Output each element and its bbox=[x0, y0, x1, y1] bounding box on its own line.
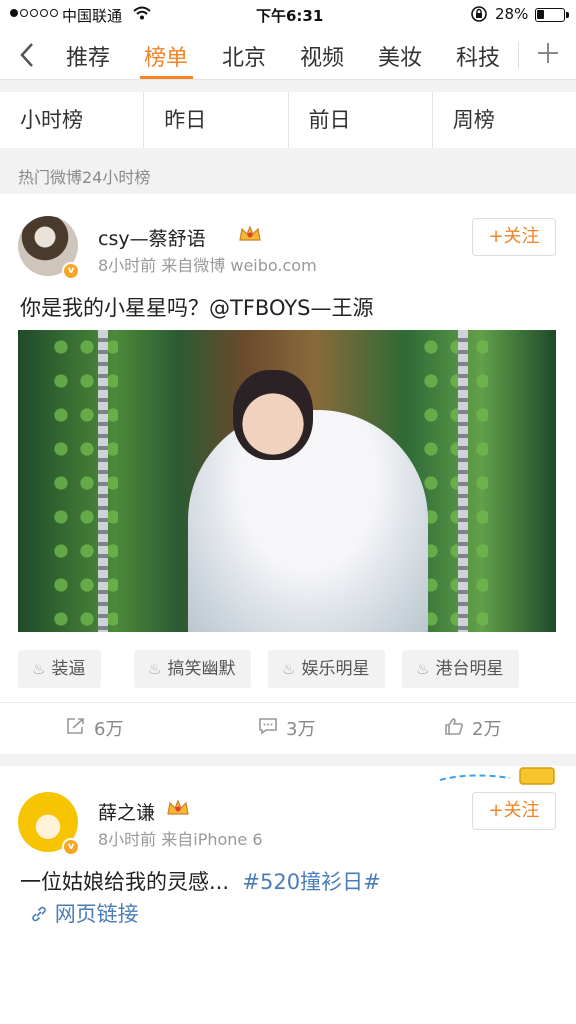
web-link[interactable]: 网页链接 bbox=[30, 898, 139, 928]
flame-icon: ♨ bbox=[416, 660, 430, 678]
tab-tech[interactable]: 科技 bbox=[456, 40, 500, 72]
flame-icon: ♨ bbox=[282, 660, 296, 678]
username[interactable]: 薛之谦 bbox=[98, 798, 155, 825]
crown-icon bbox=[238, 224, 262, 249]
post-text-body: 一位姑娘给我的灵感... bbox=[20, 870, 230, 894]
clock: 下午6:31 bbox=[256, 7, 324, 25]
tag-chip[interactable]: ♨ 装逼 bbox=[18, 650, 102, 688]
battery-icon bbox=[535, 8, 569, 22]
post-actions: 6万 3万 2万 bbox=[0, 702, 576, 754]
chevron-left-icon[interactable] bbox=[10, 36, 44, 72]
post-text[interactable]: 你是我的小星星吗？@TFBOYS—王源 bbox=[20, 292, 373, 322]
ranking-period-tabs: 小时榜 昨日 前日 周榜 bbox=[0, 92, 576, 148]
post-meta: 8小时前 来自微博 weibo.com bbox=[98, 256, 317, 275]
comment-icon bbox=[258, 717, 278, 740]
tab-ranking[interactable]: 榜单 bbox=[144, 40, 188, 72]
divider bbox=[518, 42, 519, 68]
tag-label: 港台明星 bbox=[435, 659, 504, 679]
follow-button[interactable]: +关注 bbox=[472, 218, 556, 256]
status-bar: 中国联通 下午6:31 28% bbox=[0, 0, 576, 30]
post-photo[interactable] bbox=[18, 330, 556, 632]
tag-label: 搞笑幽默 bbox=[167, 659, 236, 679]
tag-label: 娱乐明星 bbox=[301, 659, 370, 679]
comment-button[interactable]: 3万 bbox=[258, 715, 315, 741]
battery-percent: 28% bbox=[495, 5, 529, 23]
post-meta: 8小时前 来自iPhone 6 bbox=[98, 830, 263, 849]
crown-icon bbox=[166, 798, 190, 823]
like-button[interactable]: 2万 bbox=[444, 715, 501, 741]
post-card: v csy—蔡舒语 8小时前 来自微博 weibo.com +关注 你是我的小星… bbox=[0, 194, 576, 754]
signal-strength-icon bbox=[10, 9, 58, 17]
repost-count: 6万 bbox=[94, 719, 124, 740]
verified-badge-icon: v bbox=[62, 262, 80, 280]
subtab-yesterday[interactable]: 昨日 bbox=[144, 92, 289, 148]
post-card: v 薛之谦 8小时前 来自iPhone 6 +关注 一位姑娘给我的灵感... #… bbox=[0, 766, 576, 1024]
tag-chip[interactable]: ♨ 娱乐明星 bbox=[268, 650, 386, 688]
follow-button[interactable]: +关注 bbox=[472, 792, 556, 830]
section-title: 热门微博24小时榜 bbox=[18, 168, 151, 187]
tag-chip[interactable]: ♨ 港台明星 bbox=[402, 650, 520, 688]
repost-button[interactable]: 6万 bbox=[66, 715, 123, 741]
subtab-day-before[interactable]: 前日 bbox=[289, 92, 433, 148]
rotation-lock-icon bbox=[470, 5, 488, 27]
topic-hashtag[interactable]: #520撞衫日# bbox=[242, 870, 380, 894]
wifi-icon bbox=[133, 6, 151, 24]
tab-beauty[interactable]: 美妆 bbox=[378, 40, 422, 72]
subtab-weekly[interactable]: 周榜 bbox=[433, 92, 576, 148]
carrier-name: 中国联通 bbox=[62, 7, 123, 25]
username[interactable]: csy—蔡舒语 bbox=[98, 224, 206, 251]
plus-icon[interactable] bbox=[530, 34, 566, 72]
flame-icon: ♨ bbox=[148, 660, 162, 678]
subtab-hourly[interactable]: 小时榜 bbox=[0, 92, 145, 148]
link-label: 网页链接 bbox=[54, 902, 139, 926]
thumbs-up-icon bbox=[444, 717, 464, 740]
tab-recommend[interactable]: 推荐 bbox=[66, 40, 110, 72]
top-tab-bar: 推荐 榜单 北京 视频 美妆 科技 bbox=[0, 30, 576, 80]
link-icon bbox=[30, 902, 55, 926]
repost-icon bbox=[66, 717, 86, 740]
tab-video[interactable]: 视频 bbox=[300, 40, 344, 72]
tab-beijing[interactable]: 北京 bbox=[222, 40, 266, 72]
tag-label: 装逼 bbox=[51, 659, 86, 679]
flame-icon: ♨ bbox=[32, 660, 46, 678]
like-count: 2万 bbox=[472, 719, 502, 740]
post-text[interactable]: 一位姑娘给我的灵感... #520撞衫日# bbox=[20, 866, 381, 896]
tag-chip[interactable]: ♨ 搞笑幽默 bbox=[134, 650, 252, 688]
comment-count: 3万 bbox=[286, 719, 316, 740]
active-tab-indicator bbox=[140, 76, 193, 79]
verified-badge-icon: v bbox=[62, 838, 80, 856]
decoration-sticker bbox=[440, 767, 555, 785]
